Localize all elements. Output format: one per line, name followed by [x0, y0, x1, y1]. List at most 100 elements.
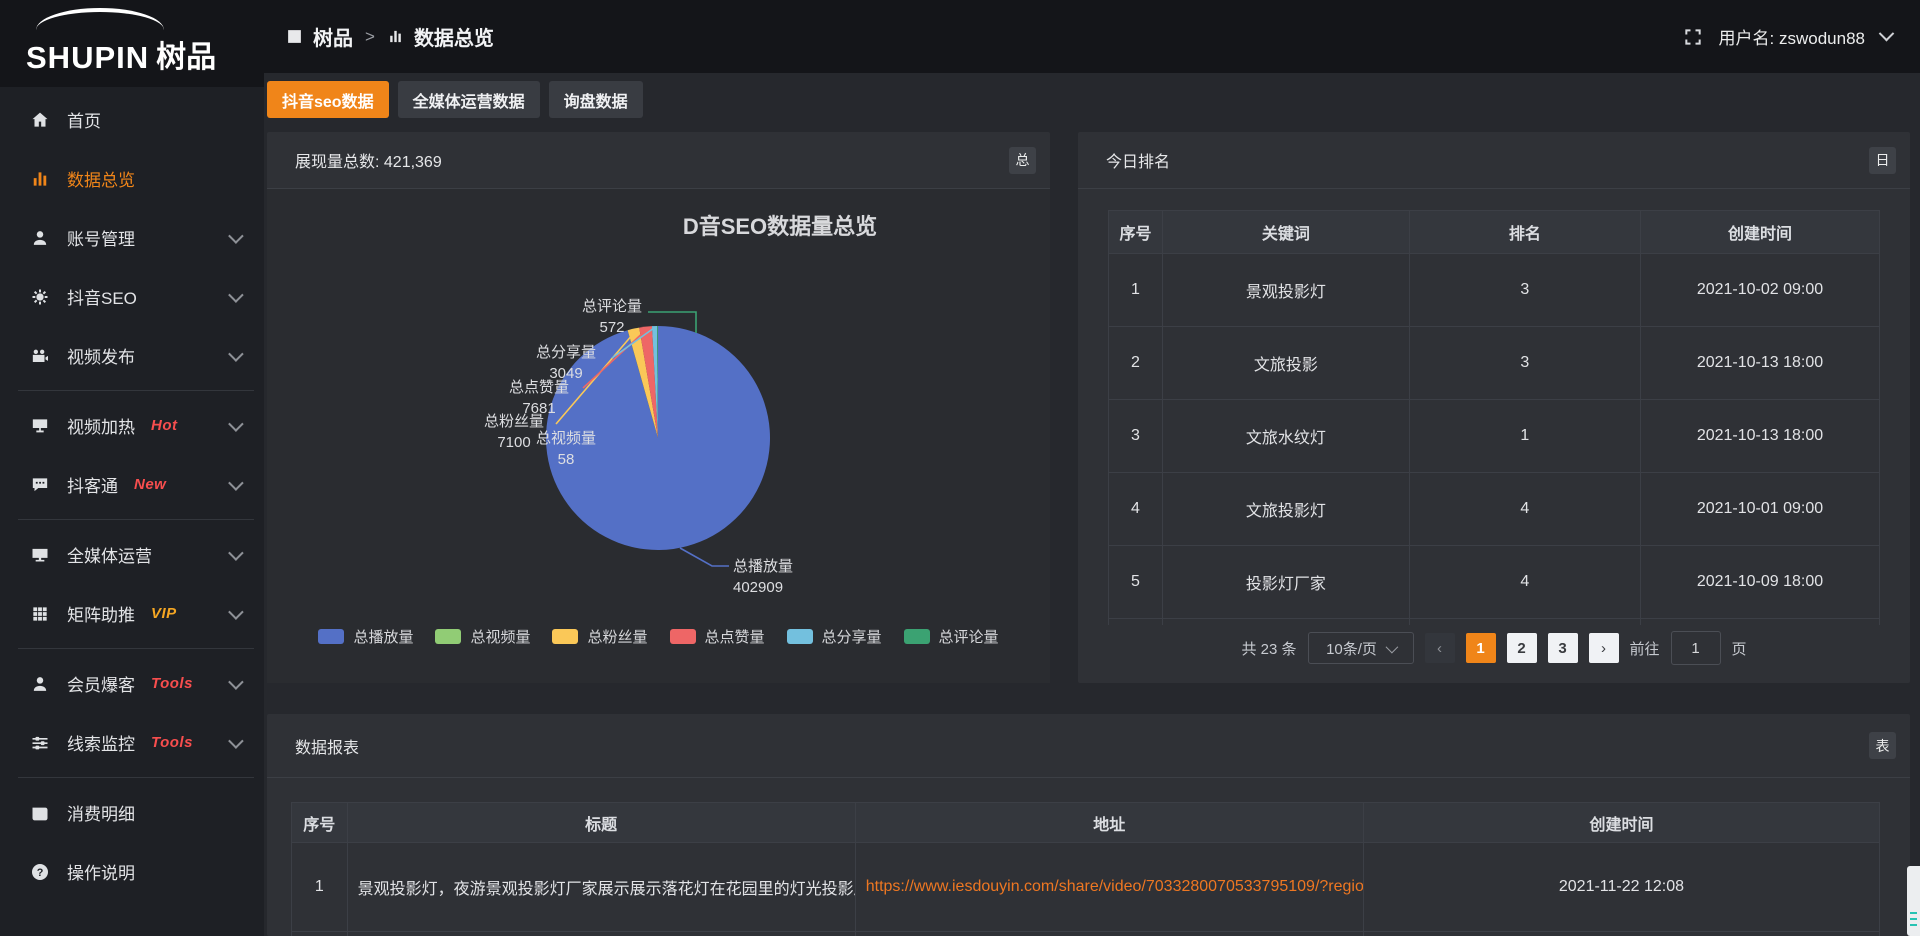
- table-cell: 1: [1409, 400, 1640, 473]
- table-cell: 2: [1109, 327, 1163, 400]
- table-header-cell: 排名: [1409, 211, 1640, 254]
- page-size-value: 10条/页: [1326, 638, 1377, 659]
- legend-item[interactable]: 总视频量: [435, 626, 530, 647]
- table-cell: 3: [1409, 327, 1640, 400]
- sidebar-item-label: 矩阵助推: [67, 601, 135, 626]
- table-cell: 景观投影灯: [1162, 254, 1409, 327]
- legend-label: 总视频量: [470, 626, 530, 647]
- next-page-button[interactable]: ›: [1589, 633, 1619, 663]
- table-cell: 3: [1109, 400, 1163, 473]
- page-size-select[interactable]: 10条/页: [1308, 632, 1414, 664]
- table-row: 2文旅投影32021-10-13 18:00: [1109, 327, 1880, 400]
- legend-label: 总评论量: [939, 626, 999, 647]
- topbar: 树品 > 数据总览 用户名: zswodun88: [264, 0, 1920, 73]
- breadcrumb: 树品 > 数据总览: [286, 22, 494, 51]
- username[interactable]: 用户名: zswodun88: [1719, 24, 1865, 49]
- legend-item[interactable]: 总评论量: [904, 626, 999, 647]
- table-toggle-button[interactable]: 表: [1869, 732, 1896, 759]
- tab-douyin-seo-data[interactable]: 抖音seo数据: [267, 81, 389, 118]
- video-link[interactable]: [855, 932, 1363, 936]
- chevron-down-icon[interactable]: [1879, 26, 1895, 42]
- scrollbar-widget[interactable]: [1907, 866, 1920, 936]
- rank-panel: 今日排名 日 序号关键词排名创建时间1景观投影灯32021-10-02 09:0…: [1078, 132, 1910, 683]
- sidebar-item[interactable]: 抖客通 New: [0, 455, 264, 514]
- goto-page-input[interactable]: [1671, 631, 1721, 665]
- sidebar-item-label: 账号管理: [67, 225, 135, 250]
- scrollbar-widget-stripes: [1910, 912, 1917, 930]
- sidebar-item[interactable]: 账号管理: [0, 208, 264, 267]
- app-icon: [286, 28, 303, 45]
- table-row: [292, 932, 1880, 936]
- question-icon: ?: [30, 862, 50, 882]
- legend-item[interactable]: 总点赞量: [670, 626, 765, 647]
- sliders-icon: [30, 733, 50, 753]
- chevron-down-icon: [228, 416, 244, 432]
- table-cell: [1640, 619, 1879, 626]
- table-cell: [1162, 619, 1409, 626]
- table-cell: [1409, 619, 1640, 626]
- report-title: 数据报表: [295, 734, 359, 758]
- tab-inquiry-data[interactable]: 询盘数据: [549, 81, 643, 118]
- legend-item[interactable]: 总粉丝量: [552, 626, 647, 647]
- sidebar-item[interactable]: 线索监控 Tools: [0, 713, 264, 772]
- table-cell: 2021-10-13 18:00: [1640, 327, 1879, 400]
- sidebar-item-label: 消费明细: [67, 800, 135, 825]
- table-header-cell: 关键词: [1162, 211, 1409, 254]
- prev-page-button[interactable]: ‹: [1425, 633, 1455, 663]
- video-link[interactable]: https://www.iesdouyin.com/share/video/70…: [855, 843, 1363, 932]
- legend-item[interactable]: 总分享量: [787, 626, 882, 647]
- sidebar-item-label: 抖客通: [67, 472, 118, 497]
- legend-item[interactable]: 总播放量: [318, 626, 413, 647]
- overview-panel-header: 展现量总数: 421,369 总: [267, 132, 1050, 189]
- legend-color-chip: [552, 629, 578, 644]
- bar-chart-icon: [30, 169, 50, 189]
- sidebar-item[interactable]: 消费明细: [0, 783, 264, 842]
- sidebar-item[interactable]: 会员爆客Tools: [0, 654, 264, 713]
- sidebar-item[interactable]: 抖音SEO: [0, 267, 264, 326]
- breadcrumb-root[interactable]: 树品: [313, 22, 353, 51]
- chart-title: D音SEO数据量总览: [683, 214, 877, 239]
- chevron-down-icon: [228, 228, 244, 244]
- sidebar-item-badge: Tools: [151, 734, 193, 751]
- sidebar-item-label: 视频发布: [67, 343, 135, 368]
- table-cell: 文旅投影灯: [1162, 473, 1409, 546]
- table-cell: 投影灯厂家: [1162, 546, 1409, 619]
- legend-color-chip: [904, 629, 930, 644]
- chevron-down-icon: [228, 346, 244, 362]
- report-panel-header: 数据报表 表: [267, 714, 1910, 778]
- svg-text:?: ?: [37, 867, 44, 879]
- total-count: 共 23 条: [1241, 638, 1296, 659]
- sidebar-item[interactable]: 首页: [0, 90, 264, 149]
- pie-label-value: 572: [599, 319, 624, 336]
- sidebar-item[interactable]: 矩阵助推VIP: [0, 584, 264, 643]
- sidebar-item-label: 视频加热: [67, 413, 135, 438]
- table-header-cell: 地址: [855, 803, 1363, 843]
- chevron-down-icon: [228, 287, 244, 303]
- legend-label: 总分享量: [822, 626, 882, 647]
- tab-media-operation-data[interactable]: 全媒体运营数据: [398, 81, 540, 118]
- sidebar-item-badge: New: [134, 476, 166, 493]
- table-cell: [1109, 619, 1163, 626]
- sidebar-item-label: 线索监控: [67, 730, 135, 755]
- table-header-cell: 序号: [1109, 211, 1163, 254]
- pagination: 共 23 条10条/页‹123›前往页: [1108, 632, 1880, 664]
- table-cell: 2021-10-13 18:00: [1640, 400, 1879, 473]
- legend-label: 总粉丝量: [587, 626, 647, 647]
- page-button[interactable]: 1: [1466, 633, 1496, 663]
- table-header-cell: 序号: [292, 803, 348, 843]
- page-button[interactable]: 3: [1548, 633, 1578, 663]
- sidebar-item[interactable]: 数据总览: [0, 149, 264, 208]
- table-cell: 2021-10-09 18:00: [1640, 546, 1879, 619]
- data-tabs: 抖音seo数据全媒体运营数据询盘数据: [267, 81, 643, 118]
- day-toggle-button[interactable]: 日: [1869, 147, 1896, 174]
- report-panel: 数据报表 表 序号标题地址创建时间1景观投影灯，夜游景观投影灯厂家展示展示落花灯…: [267, 714, 1910, 936]
- fullscreen-icon[interactable]: [1683, 27, 1703, 47]
- sidebar-item[interactable]: 视频加热Hot: [0, 396, 264, 455]
- table-cell: 文旅投影: [1162, 327, 1409, 400]
- page-button[interactable]: 2: [1507, 633, 1537, 663]
- rank-panel-header: 今日排名 日: [1078, 132, 1910, 189]
- sidebar-item[interactable]: 全媒体运营: [0, 525, 264, 584]
- sidebar-item[interactable]: 视频发布: [0, 326, 264, 385]
- sidebar-item[interactable]: ?操作说明: [0, 842, 264, 901]
- total-toggle-button[interactable]: 总: [1009, 147, 1036, 174]
